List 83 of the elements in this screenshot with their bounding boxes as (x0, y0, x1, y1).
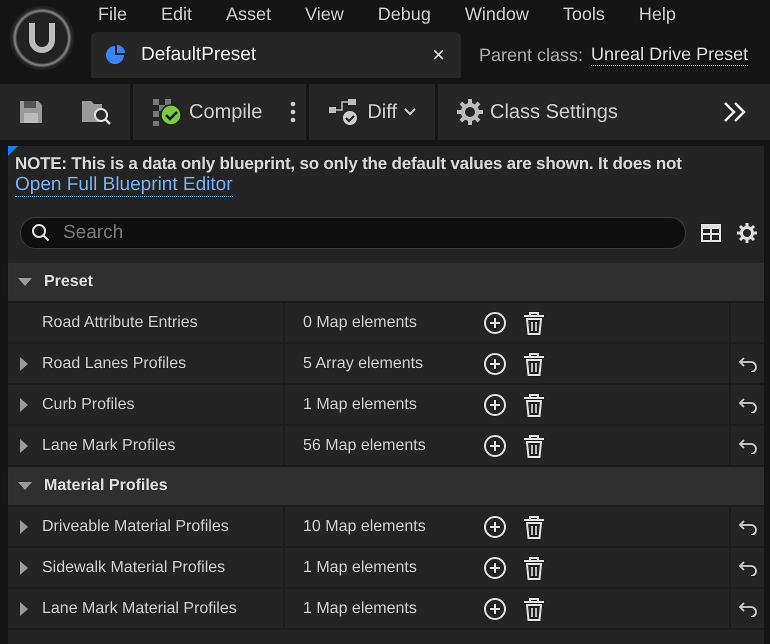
collapse-arrow-icon[interactable] (18, 278, 32, 286)
search-icon (31, 223, 51, 243)
property-value: 0 Map elements (303, 314, 418, 332)
expand-arrow-icon[interactable] (20, 438, 28, 452)
collapse-arrow-icon[interactable] (18, 482, 32, 490)
menu-item[interactable]: Tools (562, 4, 605, 24)
search-bar[interactable]: Search (20, 217, 686, 249)
category-header[interactable]: Preset (8, 263, 764, 303)
property-value: 56 Map elements (303, 436, 427, 454)
reset-arrow-icon[interactable] (738, 600, 758, 616)
trash-icon[interactable] (523, 352, 545, 376)
add-icon[interactable] (483, 434, 507, 458)
add-icon[interactable] (483, 596, 507, 620)
class-settings-button[interactable]: Class Settings (438, 84, 636, 140)
diff-dropdown[interactable]: Diff (309, 84, 438, 140)
trash-icon[interactable] (523, 556, 545, 580)
property-row[interactable]: Lane Mark Material Profiles 1 Map elements (8, 589, 764, 630)
document-tab[interactable]: DefaultPreset × (91, 32, 461, 78)
double-chevron-icon (722, 101, 748, 123)
corner-marker-icon (8, 146, 18, 156)
menu-item[interactable]: Window (464, 4, 529, 24)
data-only-notice: NOTE: This is a data only blueprint, so only the default values are shown. It does not (15, 153, 682, 174)
parent-class-link[interactable]: Unreal Drive Preset (591, 44, 748, 66)
property-row[interactable]: Lane Mark Profiles 56 Map elements (8, 426, 764, 467)
menu-item[interactable]: Debug (378, 4, 431, 24)
property-value: 1 Map elements (303, 396, 418, 414)
reset-arrow-icon[interactable] (738, 356, 758, 372)
table-view-icon[interactable] (700, 223, 722, 243)
expand-arrow-icon[interactable] (20, 520, 28, 534)
expand-arrow-icon[interactable] (20, 560, 28, 574)
gear-icon (456, 98, 484, 126)
property-row[interactable]: Curb Profiles 1 Map elements (8, 385, 764, 426)
reset-arrow-icon[interactable] (738, 438, 758, 454)
expand-arrow-icon[interactable] (20, 398, 28, 412)
settings-icon[interactable] (736, 222, 758, 244)
add-icon[interactable] (483, 352, 507, 376)
property-name: Driveable Material Profiles (42, 518, 229, 536)
property-name: Road Lanes Profiles (42, 354, 186, 372)
property-name: Lane Mark Material Profiles (42, 600, 237, 618)
search-field[interactable]: Search (61, 221, 675, 245)
menu-item[interactable]: Asset (226, 4, 272, 24)
property-row[interactable]: Road Attribute Entries 0 Map elements (8, 303, 764, 344)
property-name: Sidewalk Material Profiles (42, 558, 226, 576)
property-row[interactable]: Road Lanes Profiles 5 Array elements (8, 344, 764, 385)
category-title: Material Profiles (44, 477, 168, 495)
close-button[interactable]: × (432, 42, 445, 68)
reset-arrow-icon[interactable] (738, 396, 758, 412)
pie-chart-icon (103, 43, 127, 67)
property-name: Road Attribute Entries (42, 314, 198, 332)
menu-item[interactable]: Edit (161, 4, 192, 24)
parent-class-label: Parent class: (479, 44, 584, 66)
add-icon[interactable] (483, 514, 507, 538)
reset-arrow-icon[interactable] (738, 518, 758, 534)
trash-icon[interactable] (523, 596, 545, 620)
property-name: Lane Mark Profiles (42, 436, 176, 454)
category-header[interactable]: Material Profiles (8, 467, 764, 507)
folder-search-icon (80, 98, 112, 126)
add-icon[interactable] (483, 556, 507, 580)
property-name: Curb Profiles (42, 396, 134, 414)
property-value: 1 Map elements (303, 600, 418, 618)
reset-arrow-icon[interactable] (738, 560, 758, 576)
menu-item[interactable]: Help (638, 4, 676, 24)
menu-item[interactable]: View (305, 4, 344, 24)
chevron-down-icon (403, 107, 417, 117)
compile-button[interactable]: Compile (133, 84, 280, 140)
open-editor-link[interactable]: Open Full Blueprint Editor (15, 174, 233, 197)
menu-item[interactable]: File (98, 4, 128, 24)
trash-icon[interactable] (523, 514, 545, 538)
add-icon[interactable] (483, 310, 507, 334)
property-value: 1 Map elements (303, 558, 418, 576)
expand-arrow-icon[interactable] (20, 356, 28, 370)
trash-icon[interactable] (523, 310, 545, 334)
property-value: 10 Map elements (303, 518, 427, 536)
vertical-dots-icon (290, 101, 296, 123)
checkmark-grid-icon (151, 97, 183, 127)
expand-arrow-icon[interactable] (20, 602, 28, 616)
category-title: Preset (44, 273, 93, 291)
property-row[interactable]: Sidewalk Material Profiles 1 Map elements (8, 548, 764, 589)
trash-icon[interactable] (523, 392, 545, 416)
property-row[interactable]: Driveable Material Profiles 10 Map elements (8, 507, 764, 548)
property-value: 5 Array elements (303, 354, 424, 372)
add-icon[interactable] (483, 392, 507, 416)
trash-icon[interactable] (523, 434, 545, 458)
